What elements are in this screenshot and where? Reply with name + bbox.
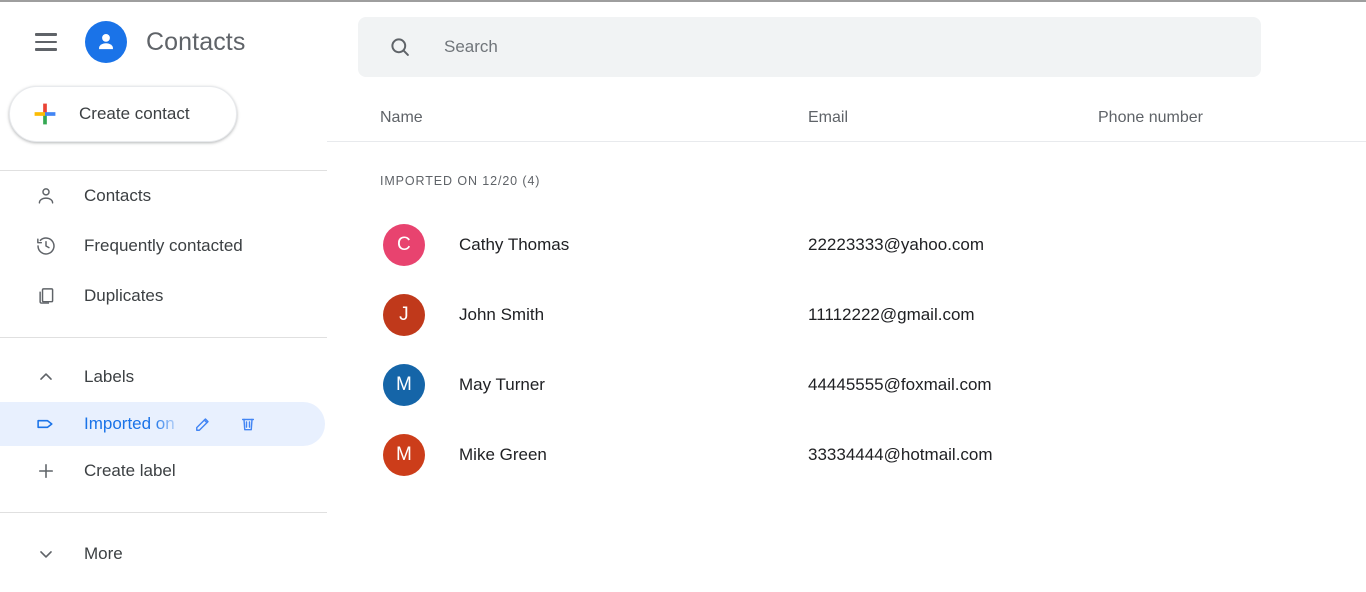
- search-bar[interactable]: [358, 17, 1261, 77]
- create-contact-button[interactable]: Create contact: [9, 86, 237, 142]
- google-plus-icon: [34, 103, 56, 125]
- chevron-up-icon: [34, 365, 58, 389]
- contact-name: Mike Green: [459, 445, 547, 464]
- page-title: Contacts: [146, 27, 246, 56]
- sidebar-item-contacts[interactable]: Contacts: [0, 171, 327, 221]
- avatar: J: [383, 294, 425, 336]
- labels-section-header[interactable]: Labels: [0, 352, 327, 402]
- more-label: More: [84, 544, 123, 563]
- table-header-row: Name Email Phone number: [327, 95, 1366, 142]
- avatar: M: [383, 364, 425, 406]
- contact-name: May Turner: [459, 375, 545, 394]
- sidebar-item-label: Duplicates: [84, 286, 164, 305]
- sidebar-item-label-imported[interactable]: Imported on 12/2: [0, 402, 325, 446]
- label-tag-icon: [34, 412, 58, 436]
- plus-icon: [34, 459, 58, 483]
- contacts-person-icon: [85, 21, 127, 63]
- history-clock-icon: [34, 234, 58, 258]
- contact-email: 11112222@gmail.com: [808, 305, 975, 324]
- sidebar: Contacts Create contact Contacts Frequen…: [0, 4, 327, 592]
- hamburger-bar: [35, 33, 57, 36]
- search-input[interactable]: [444, 32, 1144, 62]
- contacts-app-window: Contacts Create contact Contacts Frequen…: [0, 0, 1366, 592]
- avatar: C: [383, 224, 425, 266]
- labels-section: Labels Imported on 12/2: [0, 338, 327, 496]
- create-contact-label: Create contact: [79, 104, 190, 123]
- hamburger-bar: [35, 40, 57, 44]
- trash-delete-icon[interactable]: [233, 409, 263, 439]
- label-name-text: Imported on 12/2: [84, 414, 178, 433]
- contact-email: 44445555@foxmail.com: [808, 375, 992, 394]
- table-row[interactable]: M May Turner 44445555@foxmail.com: [327, 350, 1366, 420]
- contact-name: Cathy Thomas: [459, 235, 570, 254]
- hamburger-menu-icon[interactable]: [26, 22, 66, 62]
- contacts-list: C Cathy Thomas 22223333@yahoo.com J John…: [327, 210, 1366, 490]
- sidebar-item-duplicates[interactable]: Duplicates: [0, 271, 327, 321]
- sidebar-item-label: Frequently contacted: [84, 236, 243, 255]
- table-row[interactable]: J John Smith 11112222@gmail.com: [327, 280, 1366, 350]
- search-magnifier-icon: [388, 35, 412, 59]
- copy-pages-icon: [34, 284, 58, 308]
- contact-email: 33334444@hotmail.com: [808, 445, 993, 464]
- contact-name: John Smith: [459, 305, 545, 324]
- app-header: Contacts: [0, 4, 327, 80]
- more-section: More: [0, 513, 327, 579]
- group-header: IMPORTED ON 12/20 (4): [380, 174, 541, 188]
- sidebar-item-more[interactable]: More: [0, 529, 327, 579]
- person-outline-icon: [34, 184, 58, 208]
- chevron-down-icon: [34, 542, 58, 566]
- sidebar-item-label: Contacts: [84, 186, 152, 205]
- contact-email: 22223333@yahoo.com: [808, 235, 985, 254]
- create-label-button[interactable]: Create label: [0, 446, 327, 496]
- labels-header-label: Labels: [84, 367, 135, 386]
- pencil-edit-icon[interactable]: [188, 409, 218, 439]
- create-label-text: Create label: [84, 461, 176, 480]
- column-header-phone[interactable]: Phone number: [1098, 109, 1203, 127]
- column-header-name[interactable]: Name: [380, 109, 423, 127]
- sidebar-item-frequently-contacted[interactable]: Frequently contacted: [0, 221, 327, 271]
- avatar: M: [383, 434, 425, 476]
- hamburger-bar: [35, 48, 57, 51]
- table-row[interactable]: C Cathy Thomas 22223333@yahoo.com: [327, 210, 1366, 280]
- column-header-email[interactable]: Email: [808, 109, 848, 127]
- main-content: Name Email Phone number IMPORTED ON 12/2…: [327, 4, 1366, 592]
- table-row[interactable]: M Mike Green 33334444@hotmail.com: [327, 420, 1366, 490]
